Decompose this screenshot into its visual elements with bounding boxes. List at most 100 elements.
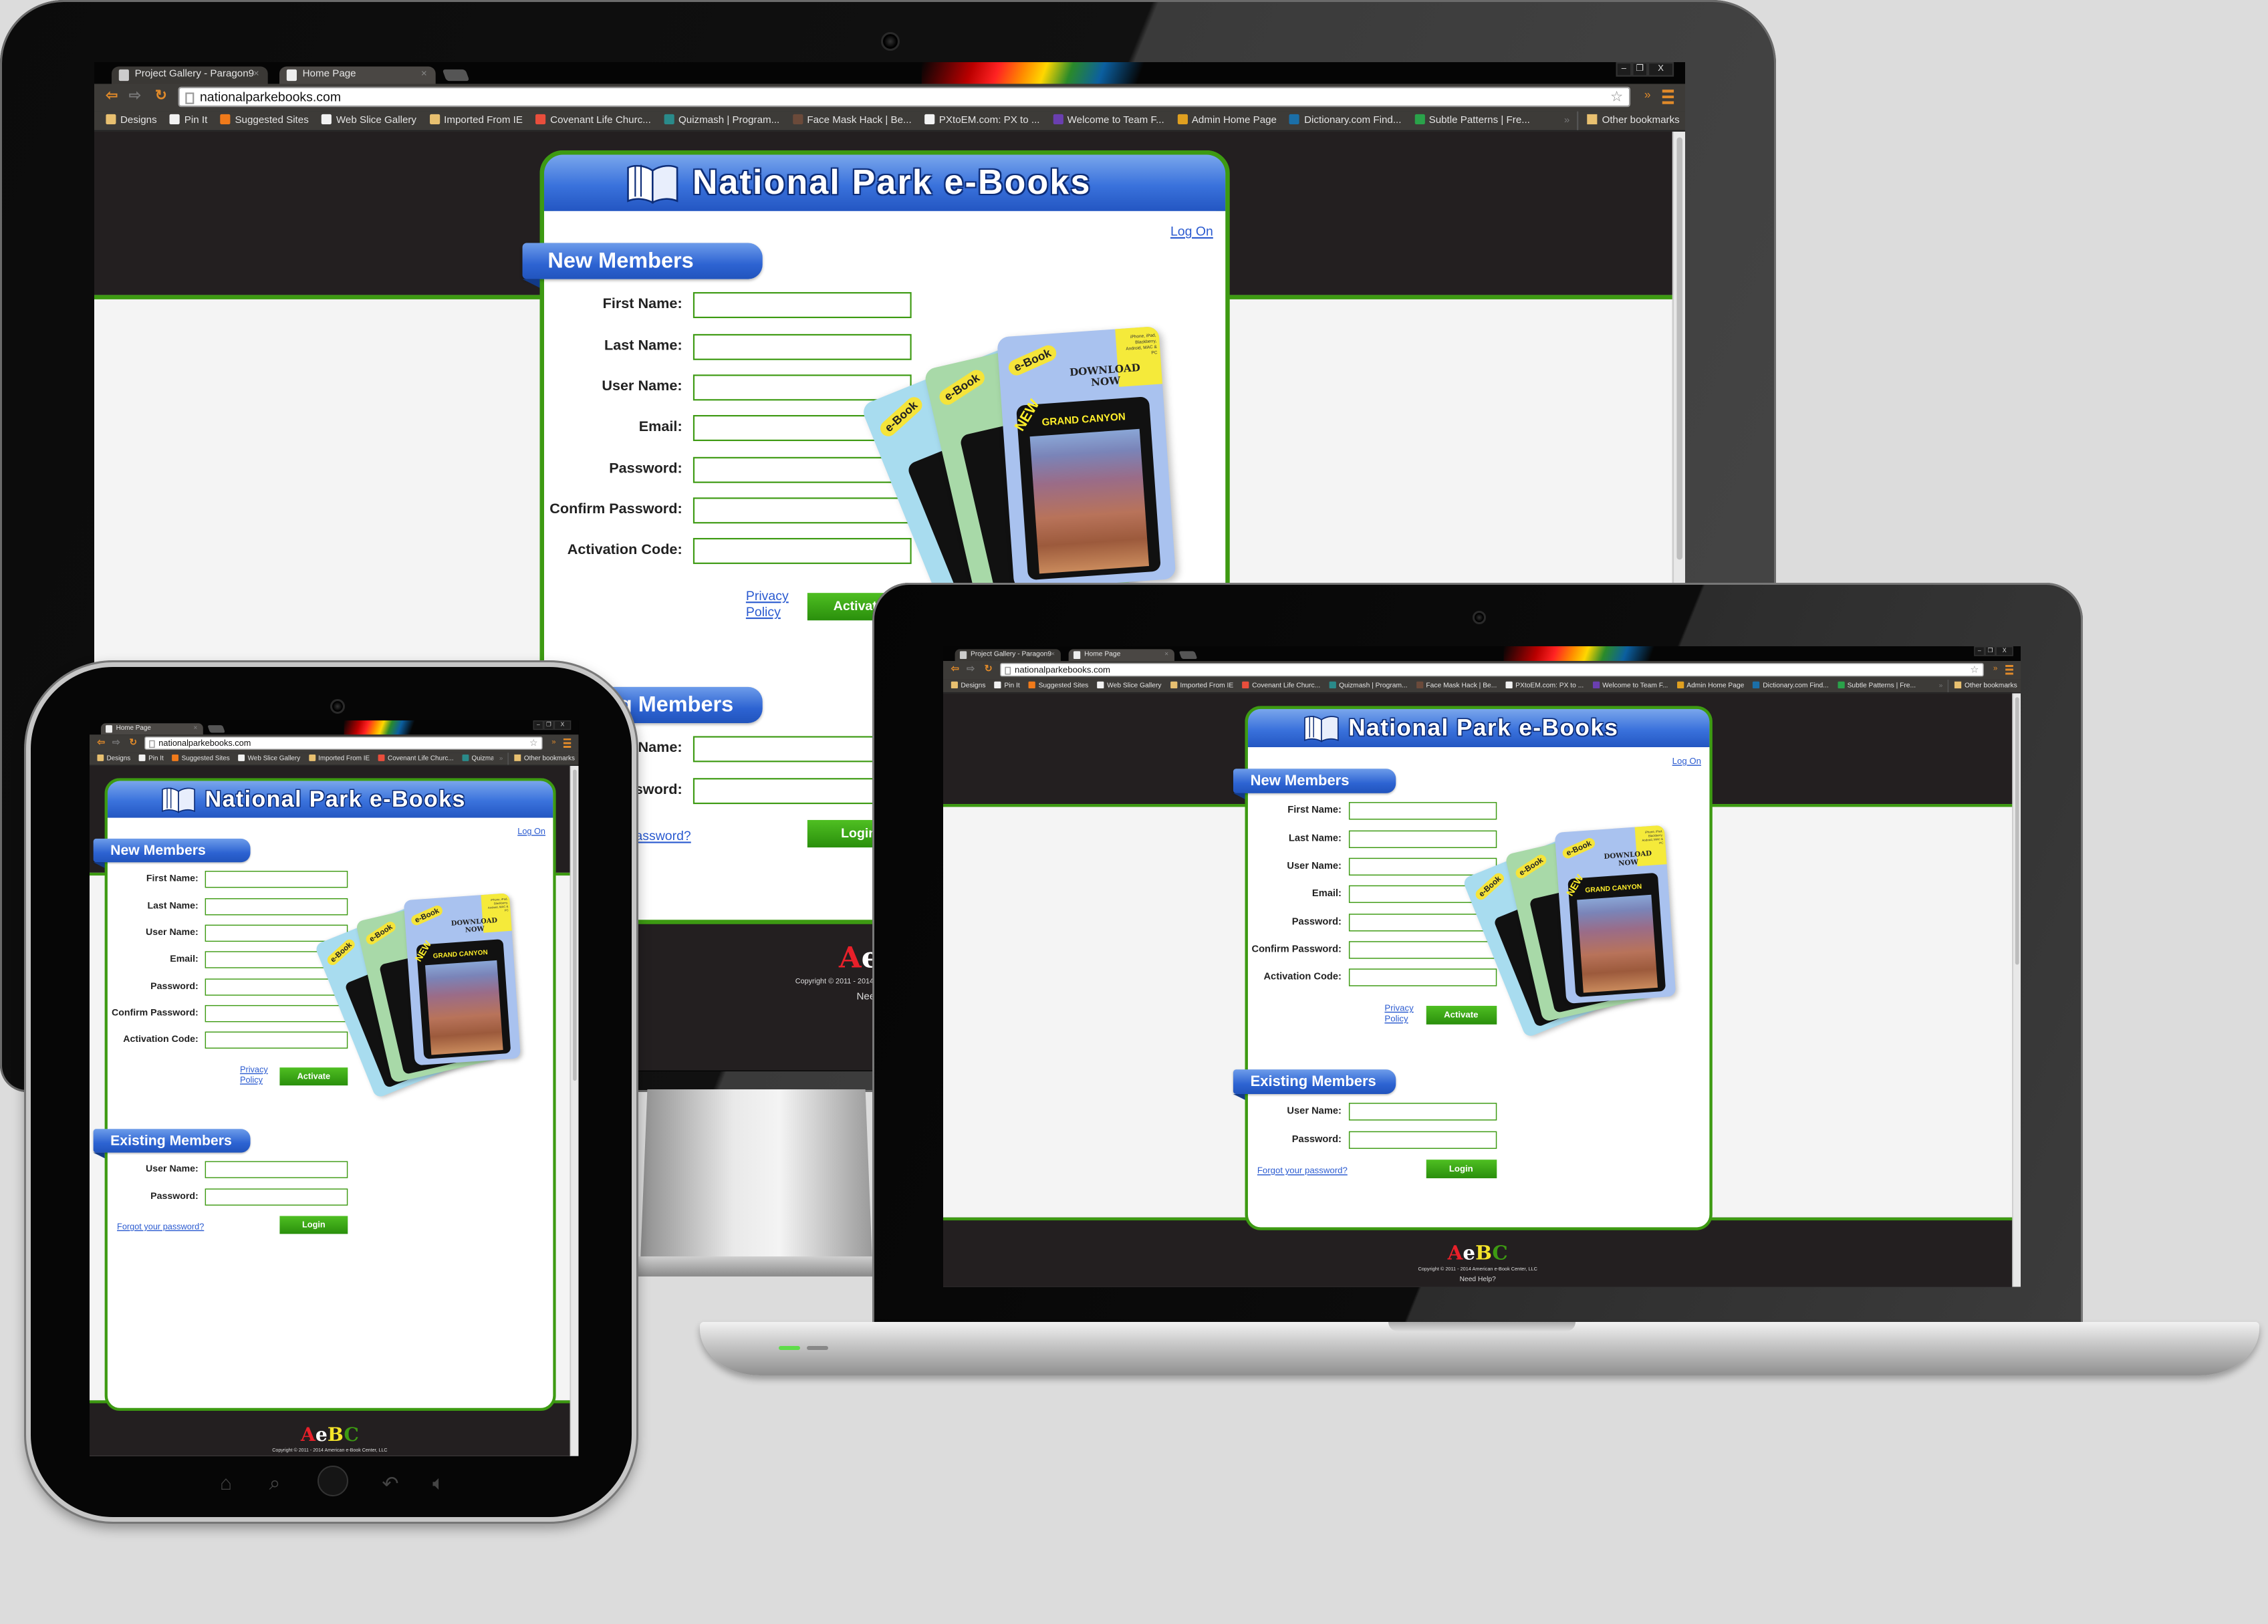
password-input[interactable] xyxy=(1348,914,1497,932)
bookmark-item[interactable]: Web Slice Gallery xyxy=(1097,680,1162,692)
bookmark-item[interactable]: Covenant Life Churc... xyxy=(535,112,651,130)
bookmark-item[interactable]: Designs xyxy=(106,112,157,130)
restore-button[interactable]: ❐ xyxy=(1632,62,1648,77)
close-tab-icon[interactable]: × xyxy=(421,66,427,84)
bookmark-item[interactable]: Imported From IE xyxy=(1170,680,1233,692)
bookmark-item[interactable]: Dictionary.com Find... xyxy=(1753,680,1829,692)
activation-code-input[interactable] xyxy=(692,537,911,564)
reload-icon[interactable]: ↻ xyxy=(129,737,137,748)
privacy-policy-link[interactable]: Privacy Policy xyxy=(746,589,795,621)
new-tab-button[interactable] xyxy=(1178,651,1198,660)
last-name-input[interactable] xyxy=(1348,830,1497,848)
first-name-input[interactable] xyxy=(1348,802,1497,820)
tab-home-page[interactable]: Home Page × xyxy=(100,723,203,735)
activation-code-input[interactable] xyxy=(1348,968,1497,986)
forward-arrow-icon[interactable]: ⇨ xyxy=(112,737,120,748)
forward-arrow-icon[interactable]: ⇨ xyxy=(129,88,141,104)
scrollbar-thumb[interactable] xyxy=(2015,697,2019,964)
login-button[interactable]: Login xyxy=(279,1216,348,1234)
close-window-button[interactable]: X xyxy=(1995,646,2013,656)
scrollbar-thumb[interactable] xyxy=(573,769,577,1081)
other-bookmarks[interactable]: Other bookmarks xyxy=(507,753,575,765)
user-name-input[interactable] xyxy=(205,1161,348,1178)
reload-icon[interactable]: ↻ xyxy=(985,664,993,674)
close-window-button[interactable]: X xyxy=(1648,62,1674,77)
reload-icon[interactable]: ↻ xyxy=(155,88,167,104)
bookmark-item[interactable]: Welcome to Team F... xyxy=(1592,680,1668,692)
menu-icon[interactable] xyxy=(563,738,572,749)
activate-button[interactable]: Activate xyxy=(1426,1006,1497,1025)
password-input[interactable] xyxy=(205,1188,348,1206)
bookmark-star-icon[interactable]: ☆ xyxy=(529,737,538,749)
password-input[interactable] xyxy=(1348,1131,1497,1149)
bookmark-item[interactable]: Imported From IE xyxy=(429,112,523,130)
bookmark-item[interactable]: Designs xyxy=(951,680,985,692)
log-on-link[interactable]: Log On xyxy=(1170,224,1213,239)
tab-project-gallery[interactable]: Project Gallery - Paragon9 × xyxy=(111,66,268,84)
address-bar[interactable]: nationalparkebooks.com ☆ xyxy=(1000,662,1984,677)
extensions-chevron-icon[interactable]: » xyxy=(1993,664,1998,672)
bookmark-item[interactable]: Web Slice Gallery xyxy=(322,112,416,130)
confirm-password-input[interactable] xyxy=(1348,941,1497,959)
password-input[interactable] xyxy=(205,978,348,996)
bookmark-item[interactable]: Suggested Sites xyxy=(172,753,230,765)
confirm-password-input[interactable] xyxy=(692,497,911,524)
activate-button[interactable]: Activate xyxy=(279,1067,348,1086)
more-bookmarks-chevron[interactable]: » xyxy=(1564,112,1569,130)
user-name-input[interactable] xyxy=(692,374,911,401)
bookmark-item[interactable]: Subtle Patterns | Fre... xyxy=(1837,680,1916,692)
user-name-input[interactable] xyxy=(1348,857,1497,876)
bookmark-item[interactable]: Welcome to Team F... xyxy=(1052,112,1164,130)
restore-button[interactable]: ❐ xyxy=(1985,646,1996,656)
close-window-button[interactable]: X xyxy=(553,720,572,730)
bookmark-item[interactable]: Quizmash | Program... xyxy=(664,112,779,130)
close-tab-icon[interactable]: × xyxy=(1164,649,1168,661)
first-name-input[interactable] xyxy=(692,292,911,319)
vertical-scrollbar[interactable] xyxy=(570,765,579,1456)
minimize-button[interactable]: – xyxy=(1974,646,1985,656)
address-bar[interactable]: nationalparkebooks.com ☆ xyxy=(144,736,543,750)
last-name-input[interactable] xyxy=(692,333,911,360)
confirm-password-input[interactable] xyxy=(205,1004,348,1023)
bookmark-star-icon[interactable]: ☆ xyxy=(1610,88,1623,107)
bookmark-item[interactable]: Admin Home Page xyxy=(1676,680,1744,692)
login-button[interactable]: Login xyxy=(1426,1160,1497,1179)
bookmark-item[interactable]: PXtoEM.com: PX to ... xyxy=(924,112,1040,130)
user-name-input[interactable] xyxy=(205,924,348,942)
bookmark-item[interactable]: Suggested Sites xyxy=(220,112,309,130)
forward-arrow-icon[interactable]: ⇨ xyxy=(967,664,975,674)
back-arrow-icon[interactable]: ⇦ xyxy=(97,737,105,748)
address-bar[interactable]: nationalparkebooks.com ☆ xyxy=(178,86,1631,108)
bookmark-item[interactable]: Pin It xyxy=(170,112,207,130)
more-bookmarks-chevron[interactable]: » xyxy=(499,753,503,765)
restore-button[interactable]: ❐ xyxy=(543,720,554,730)
bookmark-item[interactable]: Covenant Life Churc... xyxy=(378,753,454,765)
bookmark-item[interactable]: Dictionary.com Find... xyxy=(1289,112,1401,130)
bookmark-item[interactable]: Suggested Sites xyxy=(1028,680,1088,692)
other-bookmarks[interactable]: Other bookmarks xyxy=(1577,111,1680,130)
new-tab-button[interactable] xyxy=(207,725,225,733)
new-tab-button[interactable] xyxy=(442,69,470,82)
extensions-chevron-icon[interactable]: » xyxy=(1644,88,1651,101)
privacy-policy-link[interactable]: Privacy Policy xyxy=(1384,1003,1418,1025)
menu-icon[interactable] xyxy=(2005,664,2013,675)
password-input[interactable] xyxy=(692,456,911,483)
extensions-chevron-icon[interactable]: » xyxy=(551,737,555,746)
minimize-button[interactable]: – xyxy=(1616,62,1632,77)
first-name-input[interactable] xyxy=(205,870,348,888)
bookmark-item[interactable]: Quizmash | Program... xyxy=(1329,680,1408,692)
scrollbar-thumb[interactable] xyxy=(1676,137,1683,560)
vertical-scrollbar[interactable] xyxy=(2012,693,2021,1287)
back-arrow-icon[interactable]: ⇦ xyxy=(106,88,118,104)
bookmark-item[interactable]: Face Mask Hack | Be... xyxy=(1416,680,1497,692)
minimize-button[interactable]: – xyxy=(533,720,544,730)
tab-home-page[interactable]: Home Page × xyxy=(1068,649,1174,661)
activation-code-input[interactable] xyxy=(205,1031,348,1049)
close-tab-icon[interactable]: × xyxy=(194,723,198,734)
search-icon[interactable]: ⌕ xyxy=(269,1472,281,1495)
log-on-link[interactable]: Log On xyxy=(1672,756,1701,766)
bookmark-item[interactable]: Quizmash | Program... xyxy=(462,753,493,765)
menu-icon[interactable] xyxy=(1662,90,1674,104)
bookmark-item[interactable]: Pin It xyxy=(139,753,164,765)
bookmark-item[interactable]: Face Mask Hack | Be... xyxy=(792,112,912,130)
